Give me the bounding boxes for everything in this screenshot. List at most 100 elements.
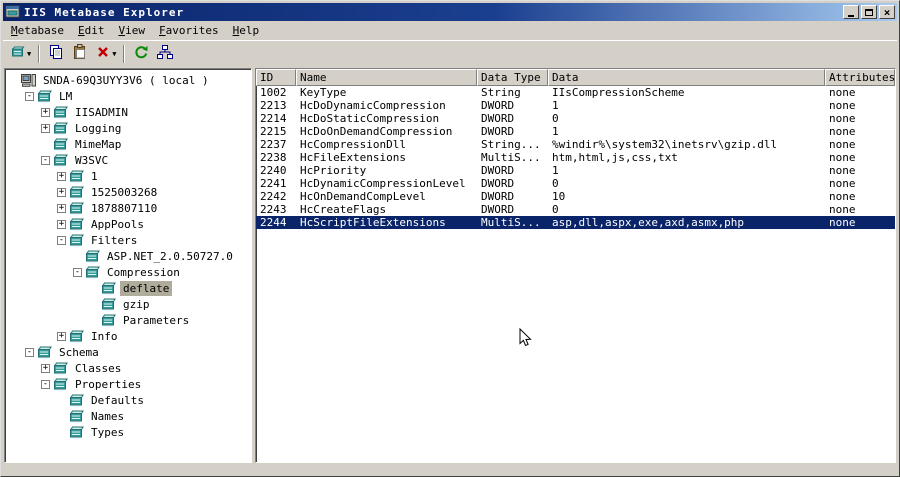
property-row-2213[interactable]: 2213 HcDoDynamicCompression DWORD 1 none xyxy=(256,99,895,112)
tree-item-label[interactable]: MimeMap xyxy=(72,137,124,152)
tree-item-compression[interactable]: - Compression xyxy=(5,264,251,280)
expand-toggle[interactable]: + xyxy=(57,331,66,341)
tree-item-label[interactable]: W3SVC xyxy=(72,153,111,168)
tree-item-types[interactable]: Types xyxy=(5,424,251,440)
menu-item-edit[interactable]: Edit xyxy=(71,22,112,40)
property-row-2240[interactable]: 2240 HcPriority DWORD 1 none xyxy=(256,164,895,177)
property-row-2238[interactable]: 2238 HcFileExtensions MultiS... htm,html,js… xyxy=(256,151,895,164)
property-row-1002[interactable]: 1002 KeyType String IIsCompressionScheme non… xyxy=(256,86,895,99)
tree-item-apppools[interactable]: + AppPools xyxy=(5,216,251,232)
collapse-toggle[interactable]: - xyxy=(25,91,34,101)
expand-toggle[interactable]: + xyxy=(57,171,66,181)
tree-item-1[interactable]: +1 xyxy=(5,168,251,184)
tree-item-mimemap[interactable]: MimeMap xyxy=(5,136,251,152)
maximize-button[interactable] xyxy=(861,5,877,19)
collapse-toggle[interactable]: - xyxy=(73,267,82,277)
expand-toggle[interactable]: + xyxy=(41,107,50,117)
column-header-id[interactable]: ID xyxy=(256,69,296,86)
collapse-toggle[interactable]: - xyxy=(41,155,50,165)
statusbar xyxy=(3,464,897,474)
new-key-button[interactable]: ▼ xyxy=(7,43,34,65)
tree-item-label[interactable]: SNDA-69Q3UYY3V6 ( local ) xyxy=(40,73,212,88)
column-header-data-type[interactable]: Data Type xyxy=(477,69,548,86)
collapse-toggle[interactable]: - xyxy=(41,379,50,389)
toggle-slot: - xyxy=(23,91,36,101)
tree-item-label[interactable]: 1525003268 xyxy=(88,185,160,200)
tree-item-label[interactable]: 1 xyxy=(88,169,101,184)
tree-item-schema[interactable]: - Schema xyxy=(5,344,251,360)
menu-item-favorites[interactable]: Favorites xyxy=(152,22,226,40)
tree-item-label[interactable]: Compression xyxy=(104,265,183,280)
tree-item-label[interactable]: Defaults xyxy=(88,393,147,408)
property-row-2242[interactable]: 2242 HcOnDemandCompLevel DWORD 10 none xyxy=(256,190,895,203)
tree-item-w3svc[interactable]: - W3SVC xyxy=(5,152,251,168)
delete-button[interactable]: ▼ xyxy=(92,43,119,65)
tree-item-asp-net-2-0-50727-0[interactable]: ASP.NET_2.0.50727.0 xyxy=(5,248,251,264)
property-row-2237[interactable]: 2237 HcCompressionDll String... %windir%\sy… xyxy=(256,138,895,151)
tree-item-label[interactable]: Properties xyxy=(72,377,144,392)
property-row-2243[interactable]: 2243 HcCreateFlags DWORD 0 none xyxy=(256,203,895,216)
refresh-button[interactable] xyxy=(129,43,153,65)
expand-toggle[interactable]: + xyxy=(57,187,66,197)
column-header-name[interactable]: Name xyxy=(296,69,477,86)
tree-item-label[interactable]: Types xyxy=(88,425,127,440)
tree-item-parameters[interactable]: Parameters xyxy=(5,312,251,328)
tree-item-label[interactable]: 1878807110 xyxy=(88,201,160,216)
collapse-toggle[interactable]: - xyxy=(57,235,66,245)
tree-item-classes[interactable]: + Classes xyxy=(5,360,251,376)
tree-item-lm[interactable]: - LM xyxy=(5,88,251,104)
copy-button[interactable] xyxy=(44,43,68,65)
collapse-toggle[interactable]: - xyxy=(25,347,34,357)
menu-item-help[interactable]: Help xyxy=(226,22,267,40)
tree-item-label[interactable]: deflate xyxy=(120,280,173,296)
tree-item-label[interactable]: AppPools xyxy=(88,217,147,232)
tree-item-names[interactable]: Names xyxy=(5,408,251,424)
property-row-2244[interactable]: 2244 HcScriptFileExtensions MultiS... asp,d… xyxy=(256,216,895,229)
tree-item-gzip[interactable]: gzip xyxy=(5,296,251,312)
property-row-2215[interactable]: 2215 HcDoOnDemandCompression DWORD 1 none xyxy=(256,125,895,138)
tree-item-iisadmin[interactable]: + IISADMIN xyxy=(5,104,251,120)
tree-item-label[interactable]: Info xyxy=(88,329,121,344)
cell-data: 1 xyxy=(552,125,559,138)
tree-item-label[interactable]: ASP.NET_2.0.50727.0 xyxy=(104,249,236,264)
tree-item-label[interactable]: Parameters xyxy=(120,313,192,328)
tree-item-label[interactable]: Filters xyxy=(88,233,140,248)
close-button[interactable]: × xyxy=(879,5,895,19)
tree-item-defaults[interactable]: Defaults xyxy=(5,392,251,408)
expand-toggle[interactable]: + xyxy=(41,123,50,133)
tree-item-label[interactable]: Logging xyxy=(72,121,124,136)
node-icon xyxy=(69,394,84,407)
cell-attributes: none xyxy=(829,151,856,164)
column-header-attributes[interactable]: Attributes xyxy=(825,69,895,86)
tree-item-properties[interactable]: - Properties xyxy=(5,376,251,392)
tree-item-info[interactable]: + Info xyxy=(5,328,251,344)
expand-toggle[interactable]: + xyxy=(57,219,66,229)
paste-button[interactable] xyxy=(68,43,92,65)
minimize-button[interactable] xyxy=(843,5,859,19)
tree-item-label[interactable]: LM xyxy=(56,89,75,104)
tree-item-filters[interactable]: - Filters xyxy=(5,232,251,248)
tree-item-label[interactable]: IISADMIN xyxy=(72,105,131,120)
cell-data: 1 xyxy=(552,164,559,177)
tree-item-label[interactable]: Names xyxy=(88,409,127,424)
tree-item-label[interactable]: Schema xyxy=(56,345,102,360)
tree-item-logging[interactable]: + Logging xyxy=(5,120,251,136)
tree-item-label[interactable]: gzip xyxy=(120,297,153,312)
cell-id: 2214 xyxy=(260,112,287,125)
menu-item-view[interactable]: View xyxy=(111,22,152,40)
tree-item-1878807110[interactable]: +1878807110 xyxy=(5,200,251,216)
connect-button[interactable] xyxy=(153,43,177,65)
tree-item-label[interactable]: Classes xyxy=(72,361,124,376)
expand-toggle[interactable]: + xyxy=(41,363,50,373)
menu-item-metabase[interactable]: Metabase xyxy=(4,22,71,40)
toggle-slot: - xyxy=(39,379,52,389)
node-icon xyxy=(69,330,84,343)
property-row-2241[interactable]: 2241 HcDynamicCompressionLevel DWORD 0 none xyxy=(256,177,895,190)
tree-item-1525003268[interactable]: +1525003268 xyxy=(5,184,251,200)
column-header-data[interactable]: Data xyxy=(548,69,825,86)
tree-item-deflate[interactable]: deflate xyxy=(5,280,251,296)
expand-toggle[interactable]: + xyxy=(57,203,66,213)
cell-name: HcPriority xyxy=(300,164,367,177)
property-row-2214[interactable]: 2214 HcDoStaticCompression DWORD 0 none xyxy=(256,112,895,125)
tree-item-snda-69q3uyy3v6-local[interactable]: SNDA-69Q3UYY3V6 ( local ) xyxy=(5,72,251,88)
